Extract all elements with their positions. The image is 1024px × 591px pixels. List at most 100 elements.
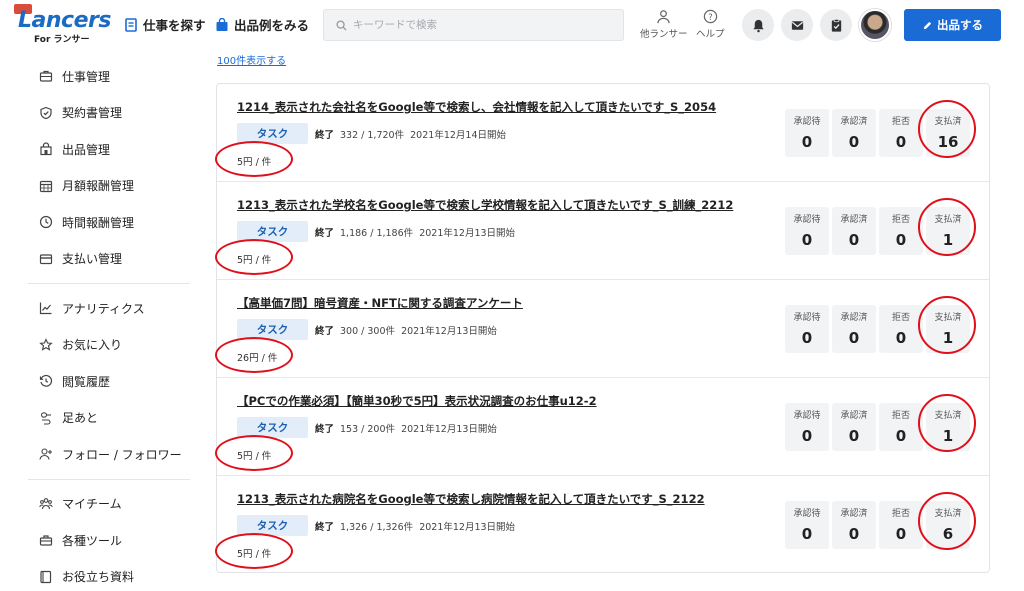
task-title-link[interactable]: 1213_表示された病院名をGoogle等で検索し病院情報を記入して頂きたいです… bbox=[237, 491, 705, 507]
sidebar-item-payments[interactable]: 支払い管理 bbox=[28, 241, 190, 278]
stat-value: 0 bbox=[848, 427, 860, 445]
stat-label: 承認済 bbox=[840, 313, 868, 323]
stat-label: 承認済 bbox=[840, 509, 868, 519]
logo-text: Lancers bbox=[18, 8, 111, 33]
post-listing-button[interactable]: 出品する bbox=[904, 9, 1001, 41]
price-highlight-circle bbox=[215, 435, 293, 471]
sidebar-item-favorites[interactable]: お気に入り bbox=[28, 327, 190, 364]
price-highlight-circle bbox=[215, 239, 293, 275]
task-row[interactable]: 【PCでの作業必須】【簡単30秒で5円】表示状況調査のお仕事u12-2 タスク 終了… bbox=[215, 378, 989, 476]
stat-box: 承認済 0 bbox=[832, 305, 876, 353]
sidebar-item-tools[interactable]: 各種ツール bbox=[28, 522, 190, 559]
team-icon bbox=[39, 497, 53, 509]
stat-box: 承認待 0 bbox=[785, 403, 829, 451]
task-meta: 終了 1,186 / 1,186件 2021年12月13日開始 bbox=[315, 225, 515, 239]
task-title-link[interactable]: 1213_表示された学校名をGoogle等で検索し学校情報を記入して頂きたいです… bbox=[237, 197, 733, 213]
history-icon bbox=[39, 375, 53, 387]
nav-listing-examples-label: 出品例をみる bbox=[234, 18, 310, 33]
task-title-link[interactable]: 【PCでの作業必須】【簡単30秒で5円】表示状況調査のお仕事u12-2 bbox=[237, 393, 597, 409]
task-start-date: 2021年12月14日開始 bbox=[410, 130, 506, 141]
briefcase-icon bbox=[39, 71, 53, 82]
task-meta: 終了 332 / 1,720件 2021年12月14日開始 bbox=[315, 127, 506, 141]
paid-highlight-circle bbox=[918, 492, 976, 550]
notification-button[interactable] bbox=[742, 9, 774, 41]
question-icon: ? bbox=[703, 9, 717, 24]
task-start-date: 2021年12月13日開始 bbox=[419, 228, 516, 239]
stat-box: 承認済 0 bbox=[832, 403, 876, 451]
other-lancers-link[interactable]: 他ランサー bbox=[640, 9, 688, 40]
user-plus-icon bbox=[39, 448, 52, 460]
search-input[interactable] bbox=[353, 19, 593, 31]
stat-label: 承認待 bbox=[793, 215, 821, 225]
stat-box: 承認待 0 bbox=[785, 207, 829, 255]
help-label: ヘルプ bbox=[696, 29, 725, 40]
nav-listing-examples[interactable]: 出品例をみる bbox=[215, 15, 309, 34]
stat-value: 0 bbox=[895, 133, 907, 151]
stat-value: 0 bbox=[848, 231, 860, 249]
task-row[interactable]: 【高単価7問】暗号資産・NFTに関する調査アンケート タスク 終了 300 / 300… bbox=[215, 280, 989, 378]
sidebar-item-label: 各種ツール bbox=[62, 533, 123, 548]
sidebar-item-follow[interactable]: フォロー / フォロワー bbox=[28, 436, 190, 473]
sidebar-item-resources[interactable]: お役立ち資料 bbox=[28, 559, 190, 591]
sidebar-item-history[interactable]: 閲覧履歴 bbox=[28, 363, 190, 400]
other-lancers-label: 他ランサー bbox=[640, 29, 688, 40]
sidebar-item-label: アナリティクス bbox=[62, 301, 145, 316]
task-status: 終了 bbox=[315, 130, 335, 141]
stat-label: 拒否 bbox=[891, 215, 910, 225]
stat-value: 0 bbox=[801, 329, 813, 347]
stat-box: 承認待 0 bbox=[785, 501, 829, 549]
sidebar-item-label: 閲覧履歴 bbox=[62, 374, 111, 389]
price-highlight-circle bbox=[215, 337, 293, 373]
sidebar-item-label: 出品管理 bbox=[62, 142, 111, 157]
sidebar-item-label: 支払い管理 bbox=[62, 252, 123, 267]
task-title-link[interactable]: 1214_表示された会社名をGoogle等で検索し、会社情報を記入して頂きたいで… bbox=[237, 99, 716, 115]
paid-highlight-circle bbox=[918, 198, 976, 256]
sidebar-item-hourly-pay[interactable]: 時間報酬管理 bbox=[28, 204, 190, 241]
task-row[interactable]: 1213_表示された病院名をGoogle等で検索し病院情報を記入して頂きたいです… bbox=[215, 476, 989, 574]
stat-value: 0 bbox=[848, 329, 860, 347]
stat-label: 承認待 bbox=[793, 117, 821, 127]
stat-label: 承認待 bbox=[793, 411, 821, 421]
document-icon bbox=[125, 17, 137, 32]
task-clipboard-button[interactable] bbox=[820, 9, 852, 41]
sidebar-item-contracts[interactable]: 契約書管理 bbox=[28, 95, 190, 132]
sidebar-item-work-management[interactable]: 仕事管理 bbox=[28, 58, 190, 95]
user-avatar[interactable] bbox=[859, 9, 891, 41]
task-start-date: 2021年12月13日開始 bbox=[401, 424, 497, 435]
sidebar-nav: 仕事管理 契約書管理 出品管理 月額報酬管理 時間報酬管理 支払い管理 アナリテ… bbox=[28, 58, 190, 591]
stat-label: 承認待 bbox=[793, 313, 821, 323]
stat-box: 拒否 0 bbox=[879, 501, 923, 549]
message-button[interactable] bbox=[781, 9, 813, 41]
task-meta: 終了 300 / 300件 2021年12月13日開始 bbox=[315, 323, 497, 337]
chart-icon bbox=[39, 302, 52, 315]
lancers-logo[interactable]: Lancers For ランサー bbox=[14, 4, 111, 45]
sidebar-item-my-team[interactable]: マイチーム bbox=[28, 486, 190, 523]
card-icon bbox=[39, 254, 53, 264]
price-highlight-circle bbox=[215, 141, 293, 177]
sidebar-item-monthly-pay[interactable]: 月額報酬管理 bbox=[28, 168, 190, 205]
task-row[interactable]: 1213_表示された学校名をGoogle等で検索し学校情報を記入して頂きたいです… bbox=[215, 182, 989, 280]
show-100-link[interactable]: 100件表示する bbox=[217, 52, 286, 67]
task-title-link[interactable]: 【高単価7問】暗号資産・NFTに関する調査アンケート bbox=[237, 295, 523, 311]
sidebar-divider bbox=[28, 283, 190, 284]
task-progress: 1,186 / 1,186件 bbox=[340, 228, 414, 239]
stat-label: 拒否 bbox=[891, 411, 910, 421]
task-status: 終了 bbox=[315, 326, 335, 337]
stat-box: 拒否 0 bbox=[879, 109, 923, 157]
task-status: 終了 bbox=[315, 424, 335, 435]
search-box[interactable] bbox=[323, 9, 624, 41]
pencil-icon bbox=[923, 21, 932, 29]
help-link[interactable]: ? ヘルプ bbox=[696, 9, 725, 40]
stat-value: 0 bbox=[801, 427, 813, 445]
sidebar-item-analytics[interactable]: アナリティクス bbox=[28, 290, 190, 327]
stat-label: 拒否 bbox=[891, 509, 910, 519]
paid-highlight-circle bbox=[918, 100, 976, 158]
task-start-date: 2021年12月13日開始 bbox=[401, 326, 497, 337]
task-status: 終了 bbox=[315, 228, 335, 239]
nav-find-work[interactable]: 仕事を探す bbox=[124, 15, 206, 34]
sidebar-item-footprints[interactable]: 足あと bbox=[28, 400, 190, 437]
sidebar-item-listings[interactable]: 出品管理 bbox=[28, 131, 190, 168]
stat-box: 承認待 0 bbox=[785, 109, 829, 157]
task-row[interactable]: 1214_表示された会社名をGoogle等で検索し、会社情報を記入して頂きたいで… bbox=[215, 84, 989, 182]
task-progress: 153 / 200件 bbox=[340, 424, 396, 435]
